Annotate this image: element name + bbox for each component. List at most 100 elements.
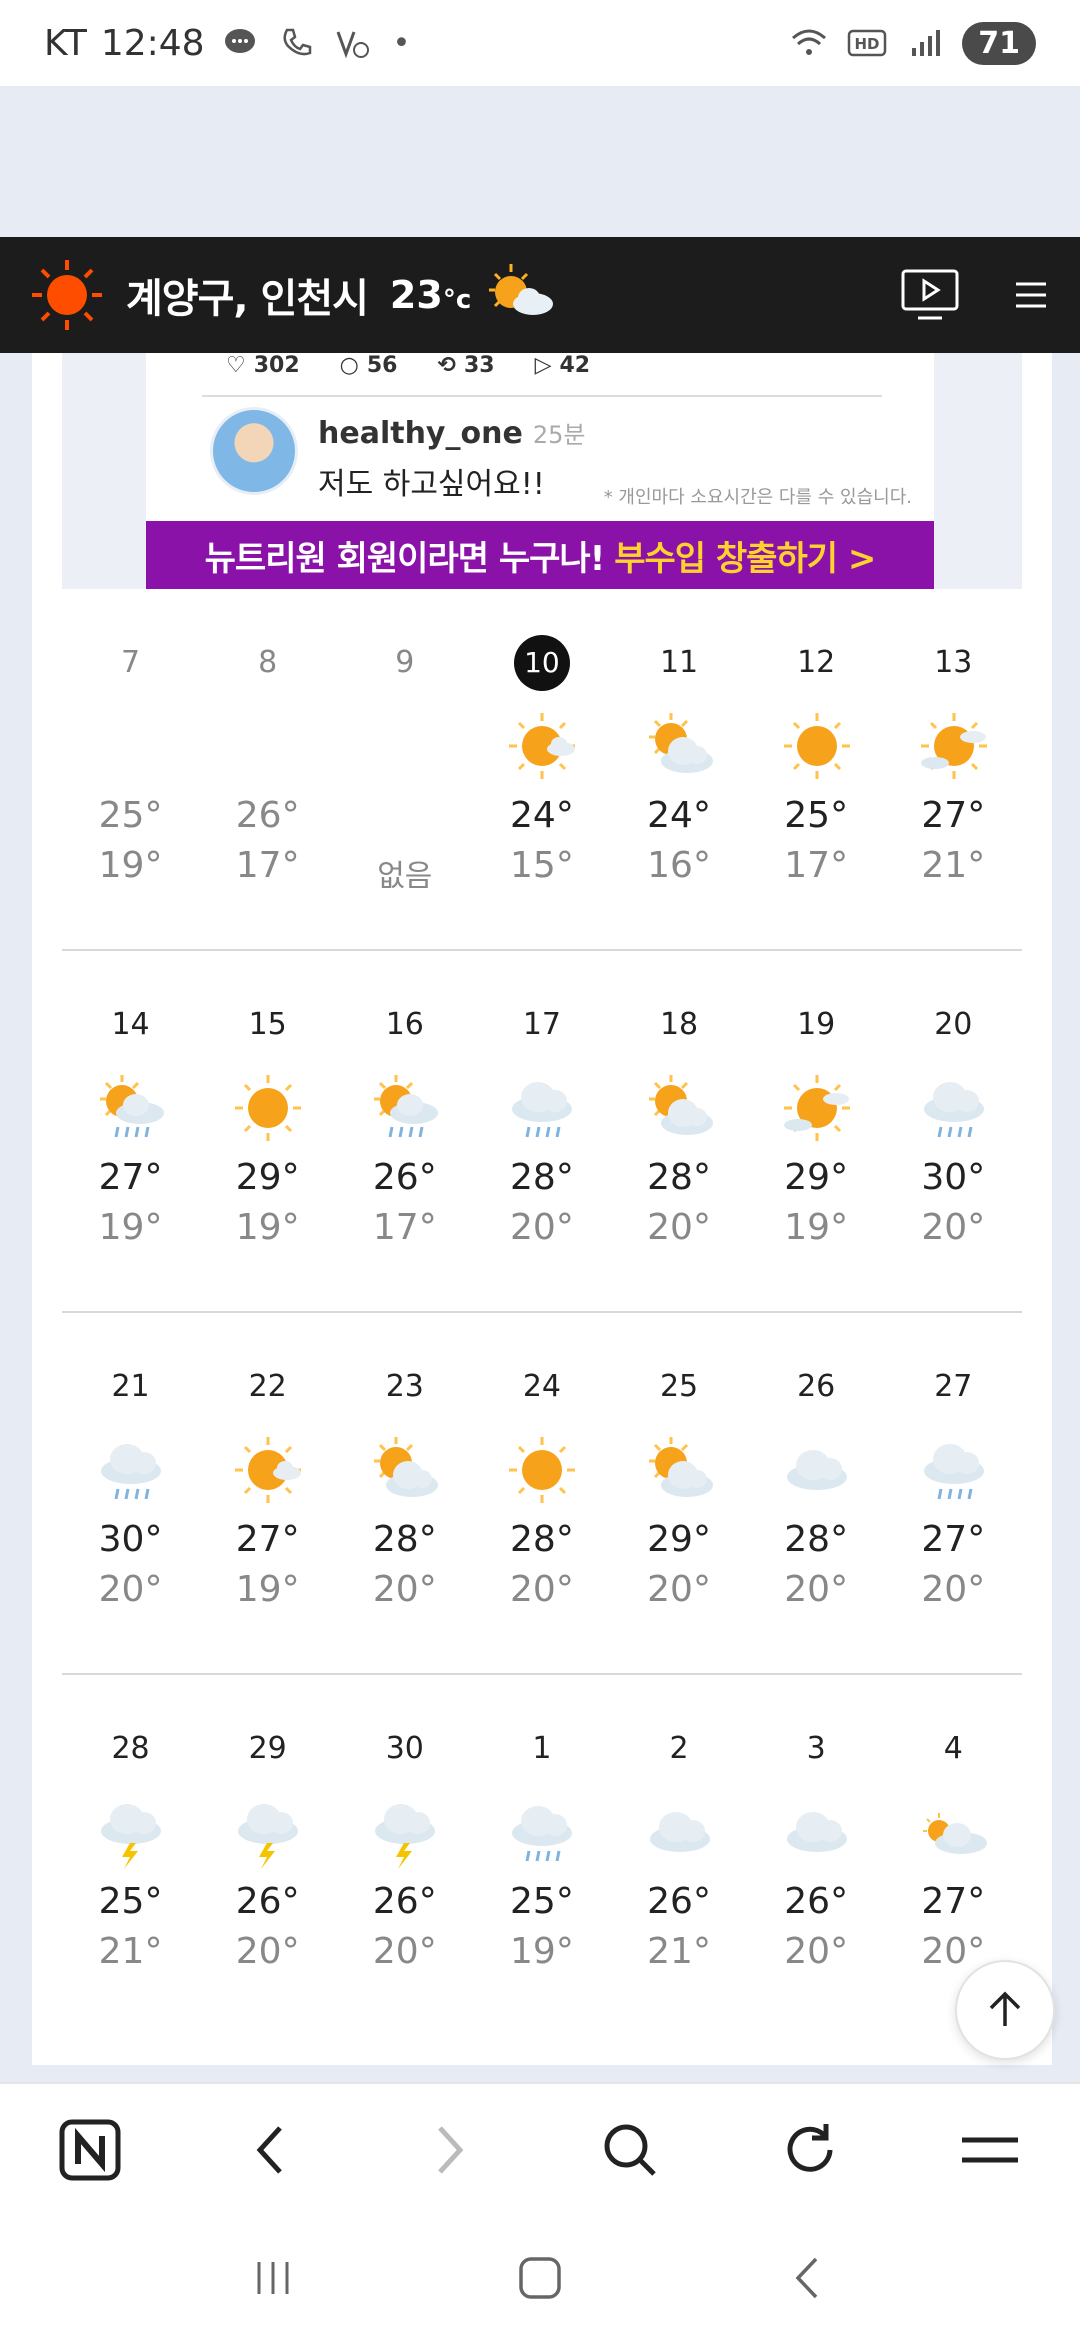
location-name[interactable]: 계양구, 인천시 bbox=[126, 266, 369, 324]
content-card: ♡ 302 ○ 56 ⟲ 33 ▷ 42 healthy_one 25분 저도 하고싶어요… bbox=[32, 353, 1052, 2065]
calendar-day[interactable]: 12 25° 17° bbox=[748, 589, 885, 949]
arrow-up-icon bbox=[989, 1991, 1021, 2026]
calendar-day[interactable]: 30 26° 20° bbox=[336, 1675, 473, 2037]
day-date: 28 bbox=[111, 1731, 150, 1766]
high-temperature: 24° bbox=[510, 795, 574, 836]
ad-time: 25분 bbox=[532, 421, 586, 449]
carrier-label: KT bbox=[44, 22, 87, 64]
low-temperature: 19° bbox=[235, 1569, 300, 1610]
ad-banner[interactable]: 뉴트리원 회원이라면 누구나! 부수입 창출하기 > bbox=[146, 521, 934, 589]
calendar-day[interactable]: 15 29° 19° bbox=[199, 951, 336, 1311]
calendar-day[interactable]: 26 28° 20° bbox=[748, 1313, 885, 1673]
calendar-day[interactable]: 3 26° 20° bbox=[748, 1675, 885, 2037]
calendar-day[interactable]: 10 24° 15° bbox=[473, 589, 610, 949]
clock: 12:48 bbox=[100, 22, 205, 64]
calendar-day[interactable]: 24 28° 20° bbox=[473, 1313, 610, 1673]
system-back-icon bbox=[795, 2257, 817, 2299]
calendar-day[interactable]: 14 27° 19° bbox=[62, 951, 199, 1311]
calendar-week: 14 27° 19° 15 29° 19° 16 26° 17° 17 28° 20° 18 28° 20°… bbox=[62, 951, 1022, 1313]
calendar-grid: 7 25° 19° 8 26° 17° 9 없음 10 24° 15° 11 24° 16° 12 25° 17… bbox=[62, 589, 1022, 2037]
calendar-day[interactable]: 11 24° 16° bbox=[611, 589, 748, 949]
sun-logo-icon[interactable] bbox=[30, 258, 104, 332]
calendar-day[interactable]: 1 25° 19° bbox=[473, 1675, 610, 2037]
low-temperature: 21° bbox=[921, 845, 986, 886]
high-temperature: 25° bbox=[784, 795, 849, 836]
sun-cloud-icon bbox=[374, 1437, 439, 1497]
day-date: 26 bbox=[797, 1369, 836, 1404]
high-temperature: 25° bbox=[98, 1881, 163, 1922]
sun-rain-icon bbox=[100, 1075, 164, 1138]
calendar-day[interactable]: 9 없음 bbox=[336, 589, 473, 949]
ad-content[interactable]: ♡ 302 ○ 56 ⟲ 33 ▷ 42 healthy_one 25분 저도 하고싶어요… bbox=[146, 353, 934, 589]
sun-cloud-icon bbox=[489, 264, 554, 315]
low-temperature: 20° bbox=[921, 1207, 986, 1248]
naver-home-button[interactable] bbox=[45, 2105, 135, 2195]
calendar-day[interactable]: 20 30° 20° bbox=[885, 951, 1022, 1311]
refresh-button[interactable] bbox=[765, 2105, 855, 2195]
high-temperature: 28° bbox=[510, 1519, 574, 1560]
calendar-day[interactable]: 13 27° 21° bbox=[885, 589, 1022, 949]
ad-banner-highlight: 부수입 창출하기 > bbox=[614, 538, 876, 579]
high-temperature: 27° bbox=[235, 1519, 300, 1560]
day-date: 7 bbox=[121, 645, 141, 680]
calendar-day[interactable]: 18 28° 20° bbox=[611, 951, 748, 1311]
calendar-day[interactable]: 8 26° 17° bbox=[199, 589, 336, 949]
low-temperature: 19° bbox=[784, 1207, 849, 1248]
calendar-day[interactable]: 2 26° 21° bbox=[611, 1675, 748, 2037]
high-temperature: 30° bbox=[921, 1157, 986, 1198]
advertisement[interactable]: ♡ 302 ○ 56 ⟲ 33 ▷ 42 healthy_one 25분 저도 하고싶어요… bbox=[62, 353, 1022, 589]
day-date: 16 bbox=[385, 1007, 424, 1042]
low-temperature: 20° bbox=[784, 1931, 849, 1972]
scroll-to-top-button[interactable] bbox=[955, 1960, 1055, 2060]
calendar-day[interactable]: 7 25° 19° bbox=[62, 589, 199, 949]
ad-stats: ♡ 302 ○ 56 ⟲ 33 ▷ 42 bbox=[226, 353, 590, 378]
sun-cloud-icon bbox=[648, 713, 713, 773]
svg-text:HD: HD bbox=[855, 35, 880, 53]
calendar-day[interactable]: 29 26° 20° bbox=[199, 1675, 336, 2037]
volte-icon bbox=[331, 22, 373, 64]
forward-button[interactable] bbox=[405, 2105, 495, 2195]
search-button[interactable] bbox=[585, 2105, 675, 2195]
high-temperature: 27° bbox=[921, 795, 986, 836]
calendar-day[interactable]: 27 27° 20° bbox=[885, 1313, 1022, 1673]
hd-icon: HD bbox=[846, 22, 888, 64]
menu-icon[interactable] bbox=[1010, 278, 1050, 312]
ad-banner-text: 뉴트리원 회원이라면 누구나! bbox=[204, 538, 606, 579]
low-temperature: 16° bbox=[647, 845, 711, 886]
calendar-day[interactable]: 28 25° 21° bbox=[62, 1675, 199, 2037]
ad-note: * 개인마다 소요시간은 다를 수 있습니다. bbox=[603, 487, 912, 508]
calendar-day[interactable]: 21 30° 20° bbox=[62, 1313, 199, 1673]
calendar-day[interactable]: 16 26° 17° bbox=[336, 951, 473, 1311]
recent-apps-button[interactable] bbox=[228, 2238, 318, 2318]
high-temperature: 27° bbox=[921, 1519, 986, 1560]
menu-button[interactable] bbox=[945, 2105, 1035, 2195]
chat-icon bbox=[219, 22, 261, 64]
share-count: ▷ 42 bbox=[534, 353, 591, 378]
notification-dot: • bbox=[392, 25, 411, 61]
low-temperature: 20° bbox=[510, 1569, 574, 1610]
day-date: 9 bbox=[395, 645, 415, 680]
comment-icon: ○ bbox=[339, 353, 359, 378]
sun-cloud-icon bbox=[648, 1075, 713, 1135]
system-back-button[interactable] bbox=[762, 2238, 852, 2318]
day-date: 1 bbox=[532, 1731, 552, 1766]
calendar-day[interactable]: 23 28° 20° bbox=[336, 1313, 473, 1673]
day-date: 30 bbox=[385, 1731, 424, 1766]
high-temperature: 27° bbox=[98, 1157, 163, 1198]
back-button[interactable] bbox=[225, 2105, 315, 2195]
calendar-day[interactable]: 22 27° 19° bbox=[199, 1313, 336, 1673]
day-date: 12 bbox=[797, 645, 836, 680]
video-icon[interactable] bbox=[900, 268, 960, 322]
calendar-day[interactable]: 17 28° 20° bbox=[473, 951, 610, 1311]
avatar bbox=[210, 407, 298, 495]
low-temperature: 20° bbox=[372, 1569, 437, 1610]
high-temperature: 26° bbox=[235, 1881, 300, 1922]
calendar-day[interactable]: 25 29° 20° bbox=[611, 1313, 748, 1673]
calendar-week: 7 25° 19° 8 26° 17° 9 없음 10 24° 15° 11 24° 16° 12 25° 17… bbox=[62, 589, 1022, 951]
cloud-icon bbox=[649, 1812, 710, 1852]
calendar-day[interactable]: 19 29° 19° bbox=[748, 951, 885, 1311]
day-date: 24 bbox=[522, 1369, 562, 1404]
high-temperature: 26° bbox=[235, 795, 300, 836]
low-temperature: 19° bbox=[98, 845, 163, 886]
home-button[interactable] bbox=[495, 2238, 585, 2318]
